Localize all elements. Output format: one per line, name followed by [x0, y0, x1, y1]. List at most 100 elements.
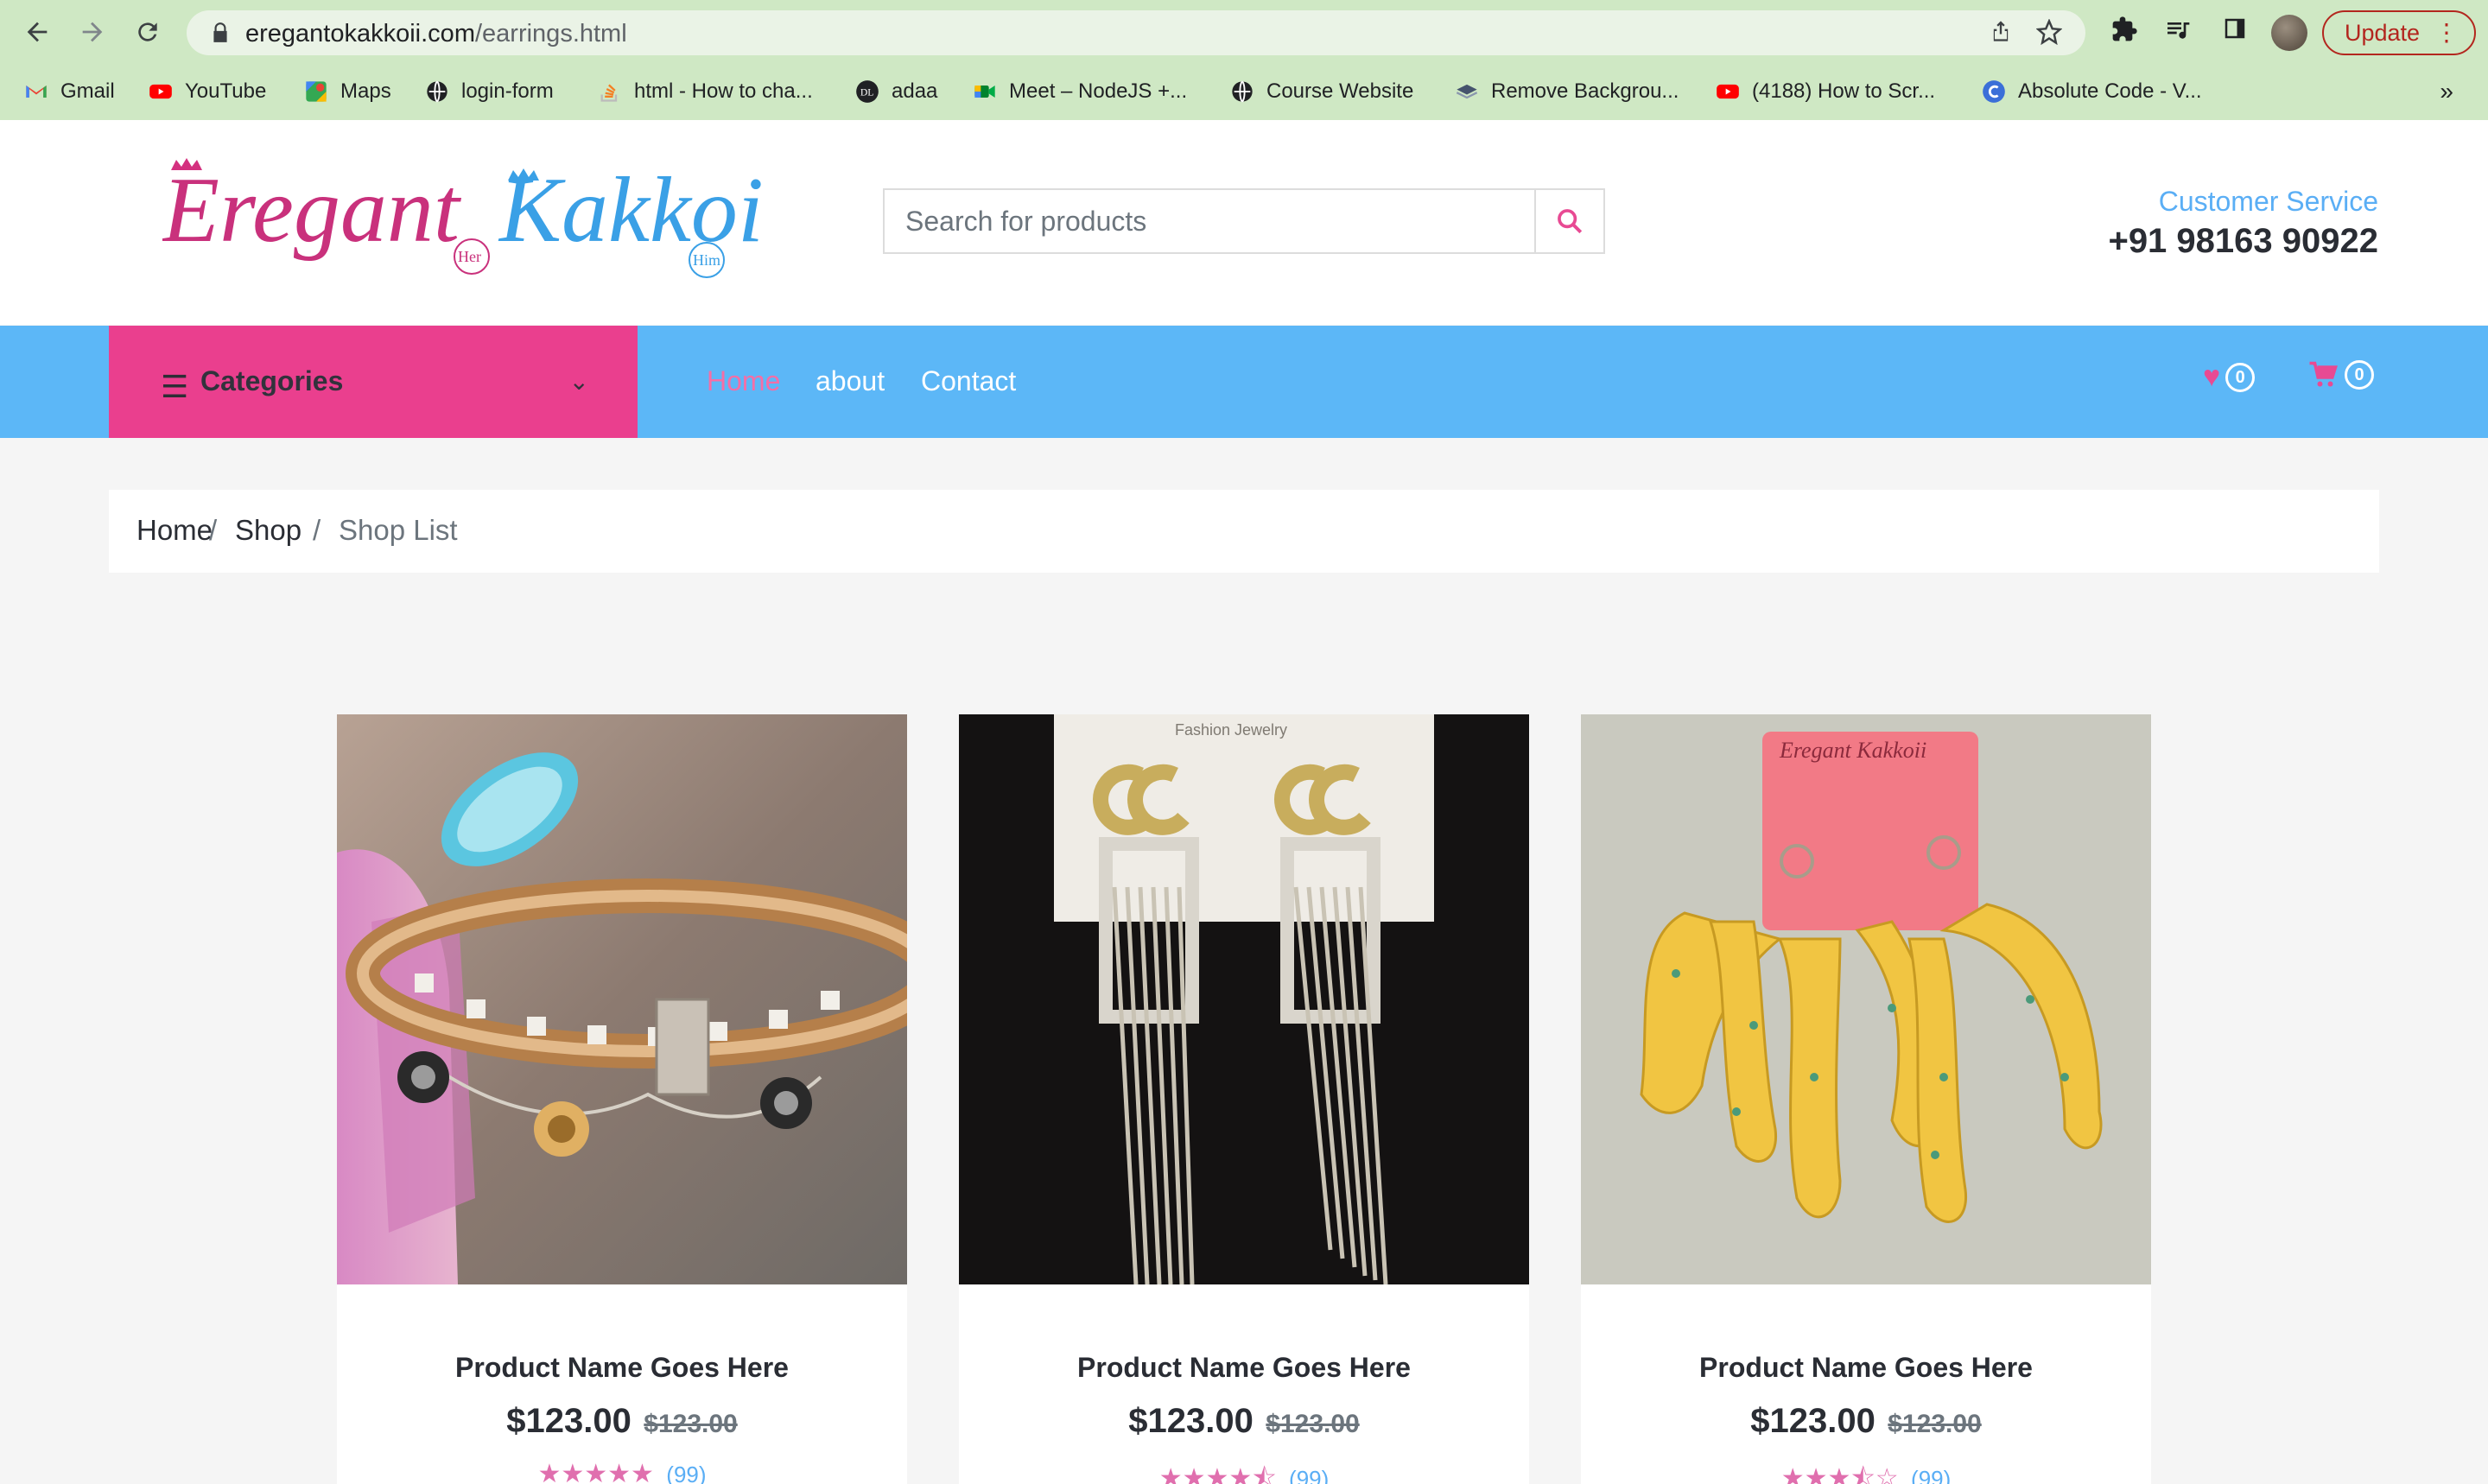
reload-icon[interactable] [128, 12, 168, 52]
globe-icon [427, 80, 447, 103]
product-price: $123.00 [506, 1402, 632, 1440]
page: Eregant Her Kakkoii Him Customer Service… [0, 120, 2488, 1484]
nav-link-contact[interactable]: Contact [921, 365, 1016, 397]
rating-stars-icon: ★★★★★ [537, 1460, 654, 1484]
globe-icon [1232, 80, 1253, 103]
review-count: (99) [1911, 1466, 1952, 1484]
bookmark-gmail[interactable]: Gmail [24, 78, 115, 105]
product-old-price: $123.00 [1266, 1410, 1360, 1438]
search-input[interactable] [885, 190, 1534, 252]
logo-badge-left: Her [458, 248, 481, 265]
bookmark-youtube-video[interactable]: (4188) How to Scr... [1716, 78, 1935, 105]
logo-text-left: Eregant [162, 159, 462, 262]
bookmark-star-icon[interactable] [2035, 18, 2063, 47]
back-icon[interactable] [17, 12, 57, 52]
share-icon[interactable] [1987, 19, 2015, 47]
product-name[interactable]: Product Name Goes Here [337, 1352, 907, 1384]
gmail-icon [26, 86, 47, 98]
breadcrumb-separator: / [313, 514, 321, 546]
breadcrumb-home[interactable]: Home [136, 514, 213, 547]
categories-dropdown[interactable]: ☰ Categories ⌄ [109, 326, 638, 438]
bookmark-label: adaa [892, 79, 938, 103]
nav-link-home[interactable]: Home [707, 365, 780, 397]
review-count: (99) [1289, 1466, 1330, 1484]
bookmark-label: Remove Backgrou... [1491, 79, 1679, 103]
url-text: eregantokakkoii.com/earrings.html [245, 20, 627, 48]
maps-icon [306, 81, 327, 102]
customer-service-label: Customer Service [2158, 186, 2378, 217]
url-domain: eregantokakkoii.com [245, 20, 475, 48]
cart-link[interactable]: 0 [2308, 360, 2374, 390]
product-name[interactable]: Product Name Goes Here [959, 1352, 1529, 1384]
media-control-icon[interactable] [2161, 16, 2194, 48]
menu-dots-icon[interactable]: ⋮ [2434, 12, 2459, 54]
profile-avatar[interactable] [2271, 15, 2307, 51]
product-image[interactable]: Fashion Jewelry [959, 714, 1529, 1284]
chevron-down-icon: ⌄ [568, 368, 589, 395]
product-name[interactable]: Product Name Goes Here [1581, 1352, 2151, 1384]
product-card[interactable]: Product Name Goes Here $123.00 $123.00 ★… [337, 714, 907, 1484]
bookmark-maps[interactable]: Maps [304, 78, 391, 105]
cart-icon [2309, 361, 2338, 387]
product-image[interactable]: Eregant Kakkoii [1581, 714, 2151, 1284]
logo-text-right: Kakkoii [498, 159, 767, 262]
extensions-icon[interactable] [2108, 16, 2141, 48]
bookmark-label: Meet – NodeJS +... [1009, 79, 1188, 103]
side-panel-icon[interactable] [2218, 16, 2251, 48]
rating-stars-icon: ★★★⯪☆ [1780, 1464, 1899, 1484]
bookmark-meet[interactable]: Meet – NodeJS +... [973, 78, 1187, 105]
product-old-price: $123.00 [644, 1410, 738, 1438]
product-prices: $123.00 $123.00 [959, 1402, 1529, 1441]
search-box [883, 188, 1605, 254]
product-image[interactable] [337, 714, 907, 1284]
breadcrumb-shop[interactable]: Shop [235, 514, 301, 547]
update-button[interactable]: Update ⋮ [2322, 10, 2476, 55]
bookmarks-overflow-icon[interactable]: » [2440, 78, 2453, 105]
rating-stars-icon: ★★★★⯪ [1158, 1464, 1277, 1484]
bookmark-label: Maps [340, 79, 391, 103]
bookmark-absolute-code[interactable]: Absolute Code - V... [1982, 78, 2202, 105]
bookmark-course-website[interactable]: Course Website [1230, 78, 1413, 105]
lock-icon [213, 22, 227, 42]
site-logo[interactable]: Eregant Her Kakkoii Him [162, 155, 767, 284]
nav-link-about[interactable]: about [816, 365, 885, 397]
breadcrumb-current: Shop List [339, 514, 458, 546]
bookmark-label: login-form [461, 79, 554, 103]
bookmark-label: (4188) How to Scr... [1752, 79, 1936, 103]
site-header: Eregant Her Kakkoii Him Customer Service… [0, 120, 2488, 325]
wishlist-link[interactable]: ♥ 0 [2203, 360, 2256, 394]
svg-text:Fashion Jewelry: Fashion Jewelry [1175, 721, 1287, 739]
bookmark-label: YouTube [185, 79, 267, 103]
update-label: Update [2345, 20, 2421, 46]
removebg-icon [1456, 84, 1478, 99]
bookmark-label: Absolute Code - V... [2018, 79, 2202, 103]
svg-text:Eregant Kakkoii: Eregant Kakkoii [1779, 738, 1926, 763]
bookmark-label: Course Website [1266, 79, 1414, 103]
product-prices: $123.00 $123.00 [1581, 1402, 2151, 1441]
bookmark-login-form[interactable]: login-form [425, 78, 554, 105]
svg-text:DL: DL [860, 87, 874, 98]
bookmark-stackoverflow[interactable]: html - How to cha... [598, 78, 813, 105]
product-rating: ★★★★⯪ (99) [959, 1459, 1529, 1484]
product-card[interactable]: Eregant Kakkoii Product Name Goes Here $… [1581, 714, 2151, 1484]
browser-chrome: eregantokakkoii.com/earrings.html Update… [0, 0, 2488, 120]
bookmark-remove-bg[interactable]: Remove Backgrou... [1455, 78, 1679, 105]
product-card[interactable]: Fashion Jewelry Product Name Goes Here $… [959, 714, 1529, 1484]
search-button[interactable] [1534, 190, 1603, 252]
bookmark-youtube[interactable]: YouTube [149, 78, 266, 105]
address-bar[interactable]: eregantokakkoii.com/earrings.html [187, 10, 2085, 55]
search-icon [1558, 209, 1583, 234]
bookmark-adaa[interactable]: DL adaa [855, 78, 937, 105]
meet-icon [974, 86, 995, 98]
product-price: $123.00 [1750, 1402, 1876, 1440]
forward-icon[interactable] [73, 12, 112, 52]
logo-badge-right: Him [693, 251, 720, 269]
customer-service-phone[interactable]: +91 98163 90922 [2108, 222, 2378, 261]
cart-count-badge: 0 [2345, 360, 2374, 390]
bookmark-label: html - How to cha... [634, 79, 813, 103]
bookmark-label: Gmail [60, 79, 115, 103]
product-price: $123.00 [1128, 1402, 1254, 1440]
wishlist-count-badge: 0 [2225, 362, 2256, 392]
adaa-icon: DL [856, 80, 879, 103]
categories-label: Categories [200, 365, 344, 396]
